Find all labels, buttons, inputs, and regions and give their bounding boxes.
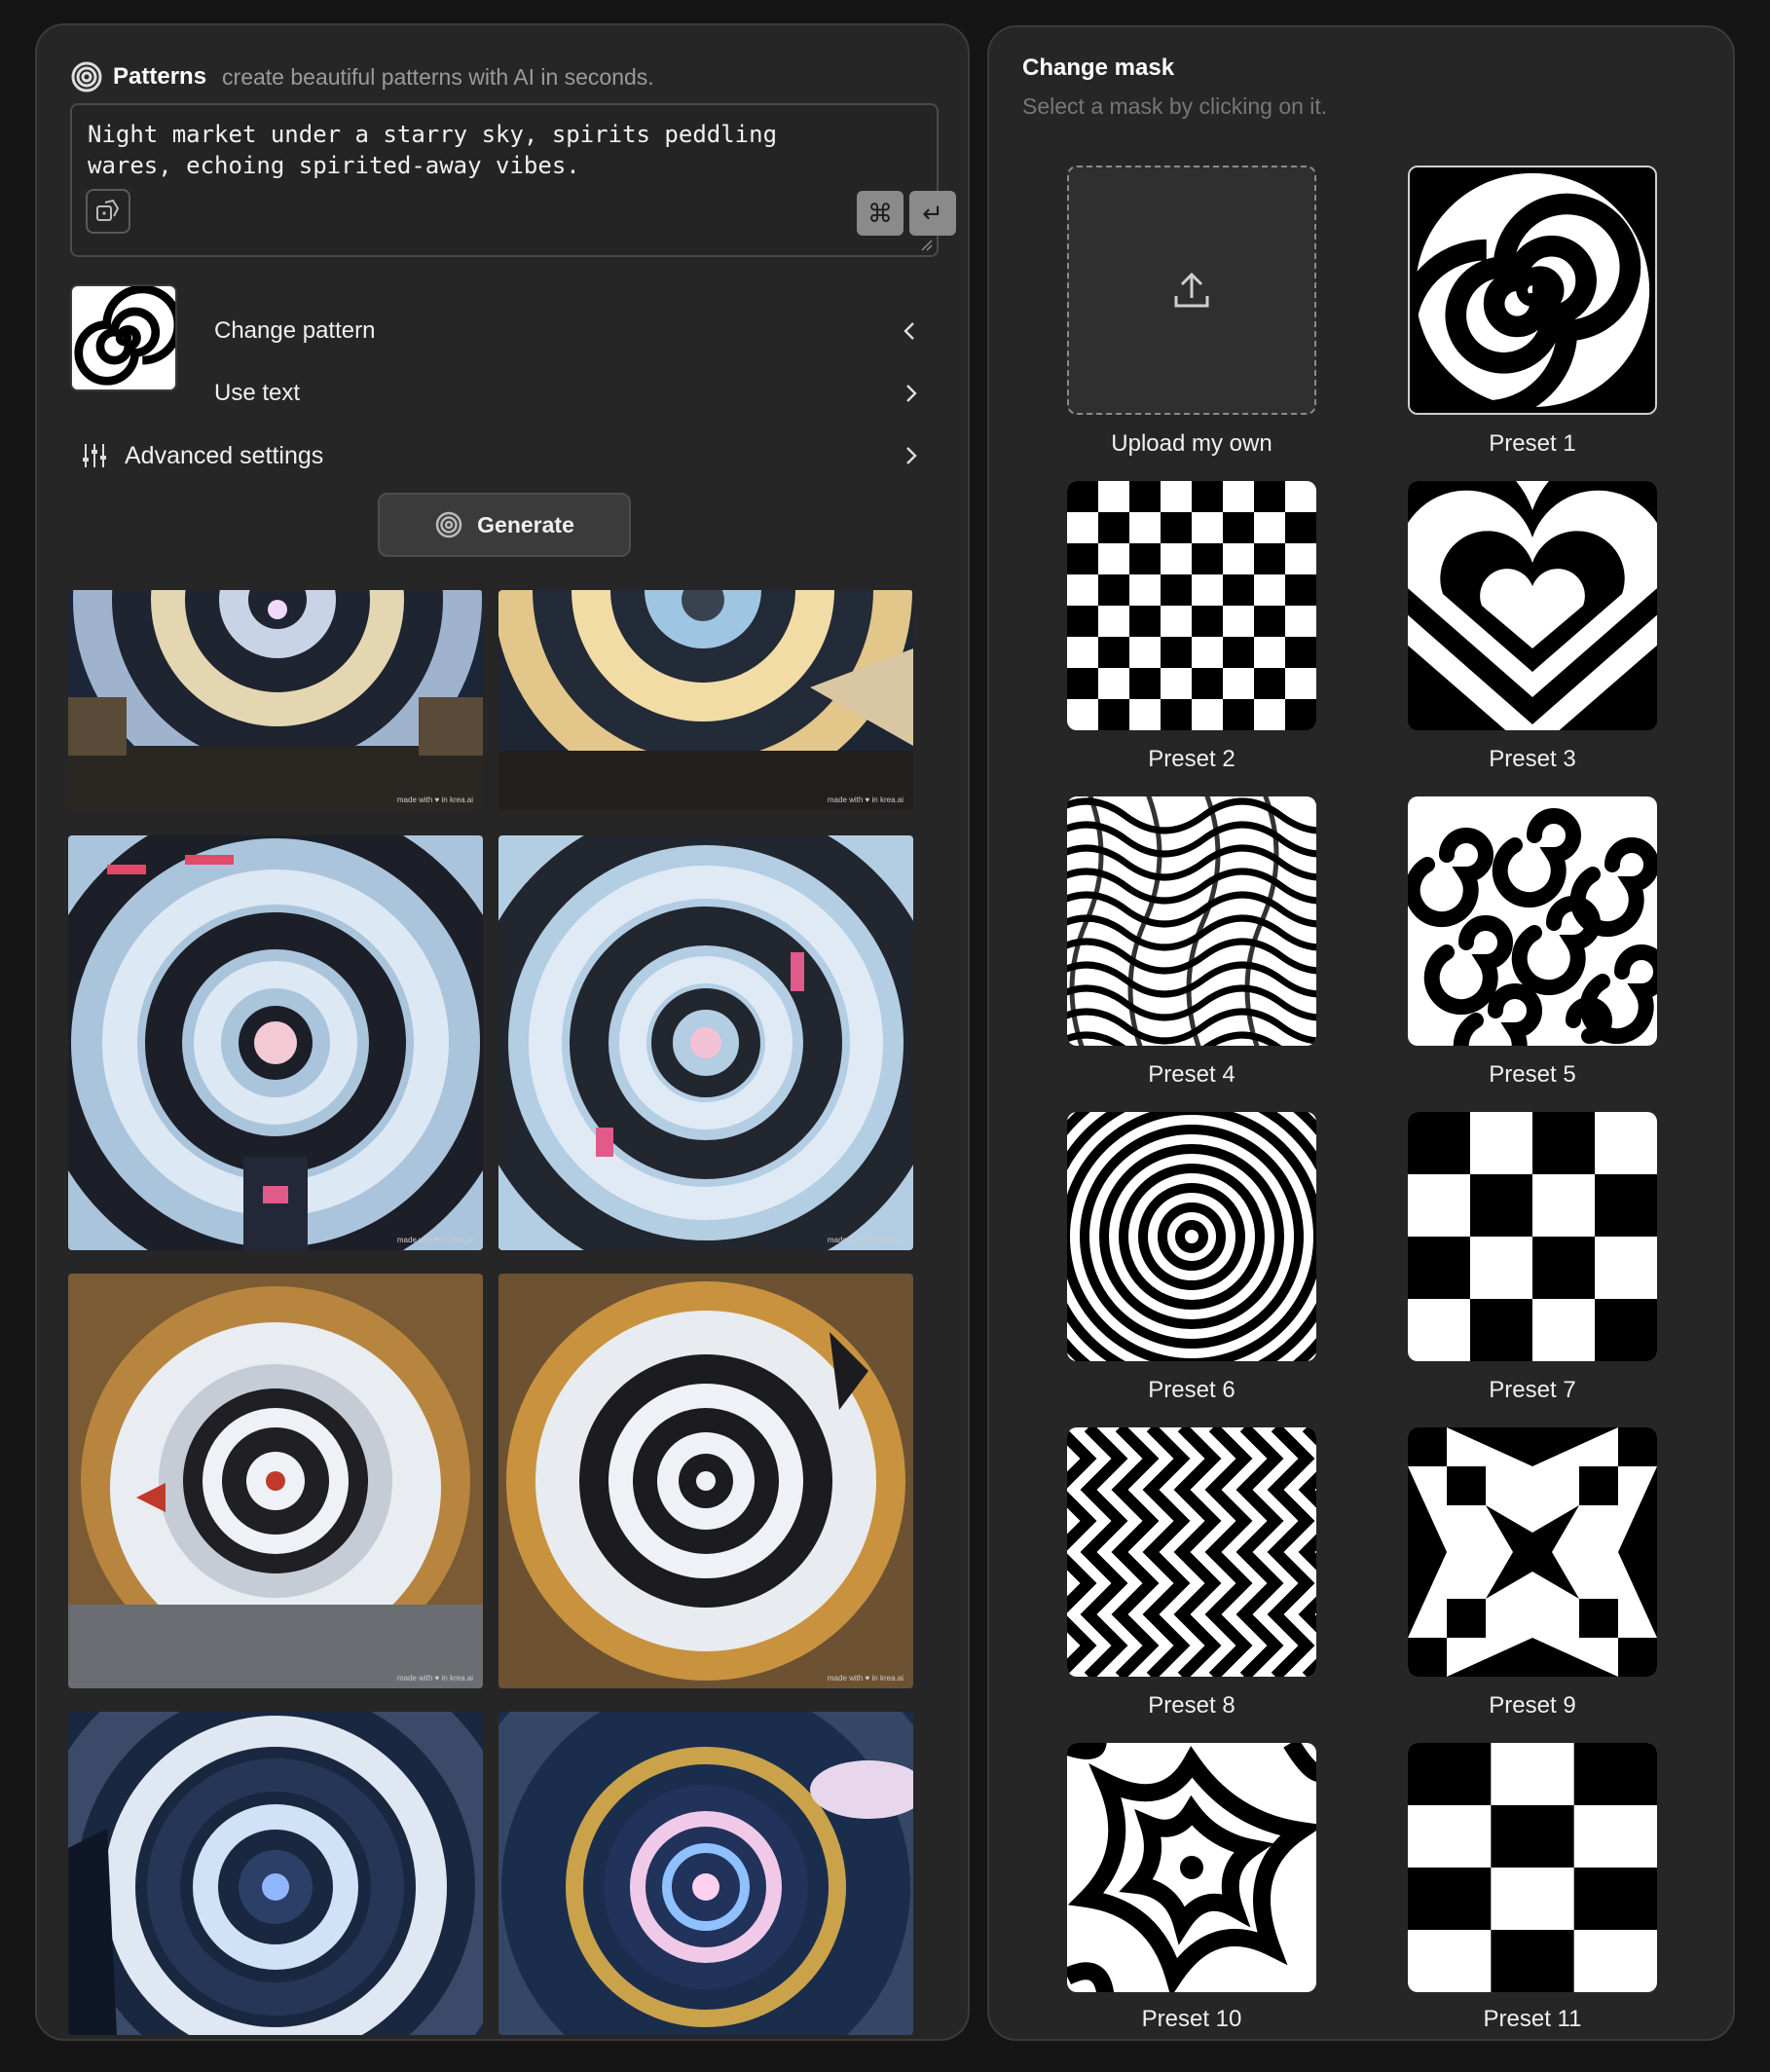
generated-image-6[interactable]: made with ♥ in krea.ai xyxy=(498,1274,913,1688)
preset-9-tile[interactable] xyxy=(1408,1427,1657,1677)
preset-2-tile[interactable] xyxy=(1067,481,1316,730)
dice-icon xyxy=(96,199,120,221)
preset-6-label: Preset 6 xyxy=(1148,1377,1235,1403)
use-text-row[interactable]: Use text xyxy=(154,370,958,417)
change-pattern-label: Change pattern xyxy=(214,317,376,344)
preset-1-label: Preset 1 xyxy=(1489,430,1576,457)
preset-10-tile[interactable] xyxy=(1067,1743,1316,1992)
spiral-logo-icon xyxy=(435,511,462,538)
advanced-settings-row[interactable]: Advanced settings xyxy=(82,432,958,479)
preset-8-tile[interactable] xyxy=(1067,1427,1316,1677)
preset-8-label: Preset 8 xyxy=(1148,1692,1235,1719)
mask-panel-title: Change mask xyxy=(1022,55,1175,81)
preset-7-label: Preset 7 xyxy=(1489,1377,1576,1403)
preset-1-tile[interactable] xyxy=(1408,166,1657,415)
upload-icon xyxy=(1174,272,1209,308)
patterns-panel: Patterns create beautiful patterns with … xyxy=(35,23,970,2041)
preset-7-tile[interactable] xyxy=(1408,1112,1657,1361)
generated-image-4[interactable]: made with ♥ in krea.ai xyxy=(498,835,913,1250)
preset-5-label: Preset 5 xyxy=(1489,1061,1576,1088)
use-text-label: Use text xyxy=(214,380,301,406)
prompt-input[interactable]: Night market under a starry sky, spirits… xyxy=(88,119,905,181)
generated-image-8[interactable] xyxy=(498,1712,913,2035)
preset-11-tile[interactable] xyxy=(1408,1743,1657,1992)
preset-9-label: Preset 9 xyxy=(1489,1692,1576,1719)
generated-image-3[interactable]: made with ♥ in krea.ai xyxy=(68,835,483,1250)
command-icon: ⌘ xyxy=(867,198,893,228)
watermark: made with ♥ in krea.ai xyxy=(827,1236,903,1244)
change-pattern-row[interactable]: Change pattern xyxy=(154,308,958,354)
generated-image-7[interactable] xyxy=(68,1712,483,2035)
prompt-box[interactable]: Night market under a starry sky, spirits… xyxy=(70,103,956,257)
spiral-logo-icon xyxy=(71,61,102,92)
watermark: made with ♥ in krea.ai xyxy=(396,1674,473,1683)
command-key-button[interactable]: ⌘ xyxy=(857,191,903,236)
watermark: made with ♥ in krea.ai xyxy=(827,1674,903,1683)
watermark: made with ♥ in krea.ai xyxy=(827,796,903,804)
preset-2-label: Preset 2 xyxy=(1148,746,1235,772)
app-subtitle: create beautiful patterns with AI in sec… xyxy=(222,63,654,90)
chevron-right-icon xyxy=(906,447,917,464)
generated-image-2[interactable]: made with ♥ in krea.ai xyxy=(498,590,913,810)
generate-label: Generate xyxy=(477,511,574,537)
mask-panel: Change mask Select a mask by clicking on… xyxy=(987,25,1735,2041)
generated-image-1[interactable]: made with ♥ in krea.ai xyxy=(68,590,483,810)
sliders-icon xyxy=(83,444,106,467)
submit-key-button[interactable]: ↵ xyxy=(909,191,956,236)
resize-handle-icon[interactable] xyxy=(919,238,933,251)
return-icon: ↵ xyxy=(922,198,943,228)
preset-10-label: Preset 10 xyxy=(1141,2006,1242,2032)
app-title: Patterns xyxy=(113,63,207,90)
watermark: made with ♥ in krea.ai xyxy=(396,1236,473,1244)
watermark: made with ♥ in krea.ai xyxy=(396,796,473,804)
generate-button[interactable]: Generate xyxy=(378,493,631,557)
upload-mask-tile[interactable] xyxy=(1067,166,1316,415)
preset-11-label: Preset 11 xyxy=(1483,2006,1582,2032)
upload-mask-label: Upload my own xyxy=(1111,430,1272,457)
panel-header: Patterns create beautiful patterns with … xyxy=(70,56,654,97)
random-prompt-button[interactable] xyxy=(86,189,130,234)
mask-panel-subtitle: Select a mask by clicking on it. xyxy=(1022,93,1328,119)
preset-4-label: Preset 4 xyxy=(1148,1061,1235,1088)
advanced-settings-label: Advanced settings xyxy=(125,441,324,469)
preset-3-tile[interactable] xyxy=(1408,481,1657,730)
preset-4-tile[interactable] xyxy=(1067,796,1316,1046)
preset-3-label: Preset 3 xyxy=(1489,746,1576,772)
preset-5-tile[interactable] xyxy=(1408,796,1657,1046)
preset-6-tile[interactable] xyxy=(1067,1112,1316,1361)
chevron-right-icon xyxy=(906,385,917,402)
generated-image-5[interactable]: made with ♥ in krea.ai xyxy=(68,1274,483,1688)
chevron-left-icon xyxy=(903,322,914,340)
